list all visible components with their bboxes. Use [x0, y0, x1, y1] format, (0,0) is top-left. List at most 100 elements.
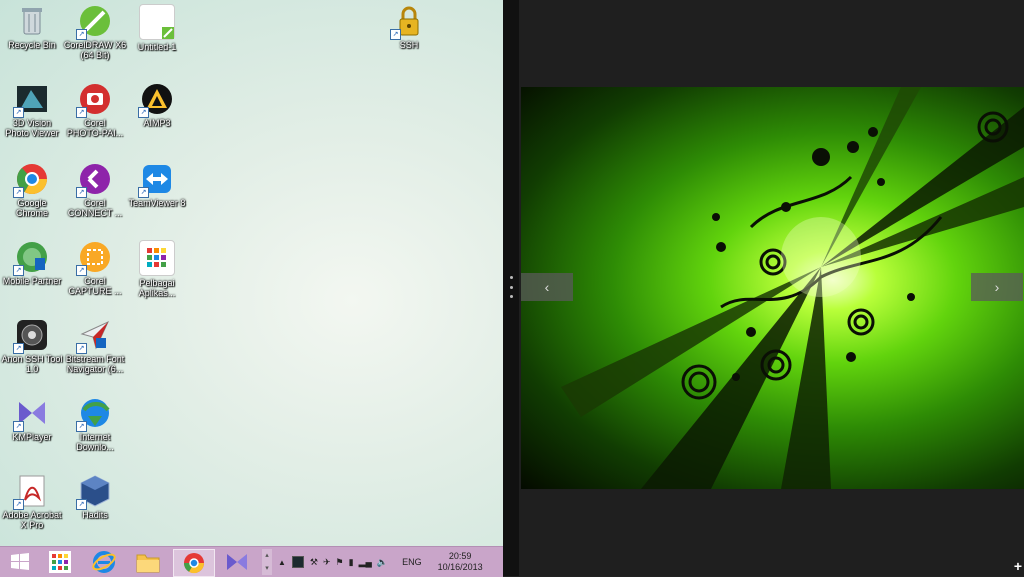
kmplayer-icon: ↗ [13, 396, 49, 432]
flag-icon[interactable]: ⚑ [336, 557, 344, 568]
mobile-partner-icon: ↗ [13, 240, 49, 276]
untitled-file-icon [139, 4, 175, 40]
language-indicator[interactable]: ENG [402, 557, 422, 567]
desktop-icon-label: 3D Vision Photo Viewer [5, 118, 59, 138]
next-image-button[interactable]: › [971, 273, 1023, 301]
clock-time: 20:59 [448, 551, 472, 561]
chrome-taskbar-button[interactable] [173, 549, 215, 577]
desktop-icon-ssh[interactable]: ↗ SSH [374, 4, 444, 50]
desktop-icon-label: Recycle Bin [8, 40, 56, 50]
shortcut-arrow-icon: ↗ [390, 29, 401, 40]
corel-capture-icon: ↗ [76, 240, 112, 276]
desktop-icon-label: Corel CONNECT ... [67, 198, 123, 218]
desktop-icon-corel-connect[interactable]: ↗ Corel CONNECT ... [60, 162, 130, 218]
desktop-icon-label: Google Chrome [15, 198, 48, 218]
explorer-taskbar-button[interactable] [128, 549, 168, 575]
shortcut-arrow-icon: ↗ [138, 187, 149, 198]
corel-photo-paint-icon: ↗ [76, 82, 112, 118]
desktop-icon-label: Corel CAPTURE ... [68, 276, 122, 296]
shortcut-arrow-icon: ↗ [76, 343, 87, 354]
internet-explorer-icon [92, 551, 116, 573]
apps-grid-icon [49, 551, 71, 573]
chevron-right-icon: › [994, 279, 1000, 295]
desktop-icon-mobile-partner[interactable]: ↗ Mobile Partner [0, 240, 67, 286]
desktop-icon-label: Internet Downlo... [76, 432, 114, 452]
shortcut-arrow-icon: ↗ [76, 499, 87, 510]
desktop-icon-corel-capture[interactable]: ↗ Corel CAPTURE ... [60, 240, 130, 296]
shortcut-arrow-icon: ↗ [76, 107, 87, 118]
virtualbox-icon: ↗ [76, 474, 112, 510]
taskbar-scroll-handle[interactable]: ▴ ▾ [262, 549, 272, 575]
folder-icon [136, 554, 160, 573]
shortcut-arrow-icon: ↗ [13, 107, 24, 118]
desktop-icon-corel-photo-paint[interactable]: ↗ Corel PHOTO-PAI... [60, 82, 130, 138]
chevron-left-icon: ‹ [544, 279, 550, 295]
anon-ssh-icon: ↗ [13, 318, 49, 354]
battery-icon[interactable]: ▮ [349, 557, 354, 568]
desktop-icon-aimp3[interactable]: ↗ AIMP3 [122, 82, 192, 128]
apps-taskbar-button[interactable] [40, 549, 80, 575]
teamviewer-icon: ↗ [138, 162, 174, 198]
desktop-icon-label: Bitstream Font Navigator (6... [65, 354, 125, 374]
desktop-icon-untitled-1[interactable]: Untitled-1 [122, 4, 192, 52]
desktop-icon-label: SSH [399, 40, 419, 50]
shortcut-arrow-icon: ↗ [13, 343, 24, 354]
3d-vision-tray-icon[interactable] [291, 556, 304, 568]
start-button[interactable] [0, 549, 40, 575]
splitter-grip-icon[interactable] [509, 276, 513, 298]
shortcut-arrow-icon: ↗ [76, 421, 87, 432]
corel-connect-icon: ↗ [76, 162, 112, 198]
shortcut-arrow-icon: ↗ [138, 107, 149, 118]
desktop-icon-pelbagai-aplikasi[interactable]: Pelbagai Aplikas... [122, 240, 192, 298]
recycle-bin-icon [15, 4, 49, 38]
desktop-icon-bitstream-font-navigator[interactable]: ↗ Bitstream Font Navigator (6... [60, 318, 130, 374]
apps-icon [139, 240, 175, 276]
desktop-icon-kmplayer[interactable]: ↗ KMPlayer [0, 396, 67, 442]
tool-tray-icon[interactable]: ✈ [323, 557, 331, 568]
desktop-icon-anon-ssh-tool[interactable]: ↗ Anon SSH Tool 1.0 [0, 318, 67, 374]
ie-taskbar-button[interactable] [84, 549, 124, 575]
acrobat-icon: ↗ [13, 474, 49, 510]
desktop-icon-adobe-acrobat[interactable]: ↗ Adobe Acrobat X Pro [0, 474, 67, 530]
desktop-icon-label: TeamViewer 8 [128, 198, 186, 208]
desktop-icon-label: Pelbagai Aplikas... [138, 278, 176, 298]
wallpaper-image [521, 87, 1024, 489]
lock-icon: ↗ [390, 4, 426, 40]
system-tray: ▲ ⚒ ✈ ⚑ ▮ ▂▄ 🔈 ENG 20:59 10/16/2013 [278, 547, 483, 577]
desktop-icon-label: Corel PHOTO-PAI... [66, 118, 124, 138]
desktop-icon-label: AIMP3 [143, 118, 171, 128]
clock-date: 10/16/2013 [437, 562, 483, 572]
shortcut-arrow-icon: ↗ [13, 499, 24, 510]
desktop-icon-label: Mobile Partner [2, 276, 62, 286]
bitstream-icon: ↗ [76, 318, 112, 354]
volume-icon[interactable]: 🔈 [377, 557, 388, 568]
shortcut-arrow-icon: ↗ [76, 265, 87, 276]
kmplayer-taskbar-button[interactable] [217, 549, 257, 575]
plus-icon[interactable]: + [1014, 558, 1022, 574]
desktop-icon-internet-download-manager[interactable]: ↗ Internet Downlo... [60, 396, 130, 452]
desktop-icon-hadits[interactable]: ↗ Hadits [60, 474, 130, 520]
taskbar: ▴ ▾ ▲ ⚒ ✈ ⚑ ▮ ▂▄ 🔈 ENG 20:59 10/16/2013 [0, 546, 503, 577]
desktop-icon-teamviewer[interactable]: ↗ TeamViewer 8 [122, 162, 192, 208]
network-tray-icon[interactable]: ⚒ [310, 557, 318, 568]
chrome-icon: ↗ [13, 162, 49, 198]
desktop-icon-coreldraw[interactable]: ↗ CorelDRAW X6 (64 Bit) [60, 4, 130, 60]
desktop-icon-label: Adobe Acrobat X Pro [2, 510, 62, 530]
show-hidden-icons-icon[interactable]: ▲ [278, 558, 286, 567]
aimp-icon: ↗ [138, 82, 174, 118]
desktop: Recycle Bin ↗ 3D Vision Photo Viewer ↗ G… [0, 0, 503, 546]
desktop-icon-3d-vision[interactable]: ↗ 3D Vision Photo Viewer [0, 82, 67, 138]
desktop-icon-google-chrome[interactable]: ↗ Google Chrome [0, 162, 67, 218]
desktop-icon-label: Anon SSH Tool 1.0 [1, 354, 63, 374]
signal-icon[interactable]: ▂▄ [359, 557, 372, 568]
previous-image-button[interactable]: ‹ [521, 273, 573, 301]
green-abstract-wallpaper [561, 87, 1024, 489]
clock[interactable]: 20:59 10/16/2013 [438, 551, 483, 573]
coreldraw-icon: ↗ [76, 4, 112, 40]
shortcut-arrow-icon: ↗ [13, 187, 24, 198]
desktop-icon-label: KMPlayer [12, 432, 52, 442]
snap-splitter[interactable] [503, 0, 519, 576]
desktop-icon-recycle-bin[interactable]: Recycle Bin [0, 4, 67, 50]
chrome-icon [183, 553, 205, 574]
idm-icon: ↗ [76, 396, 112, 432]
